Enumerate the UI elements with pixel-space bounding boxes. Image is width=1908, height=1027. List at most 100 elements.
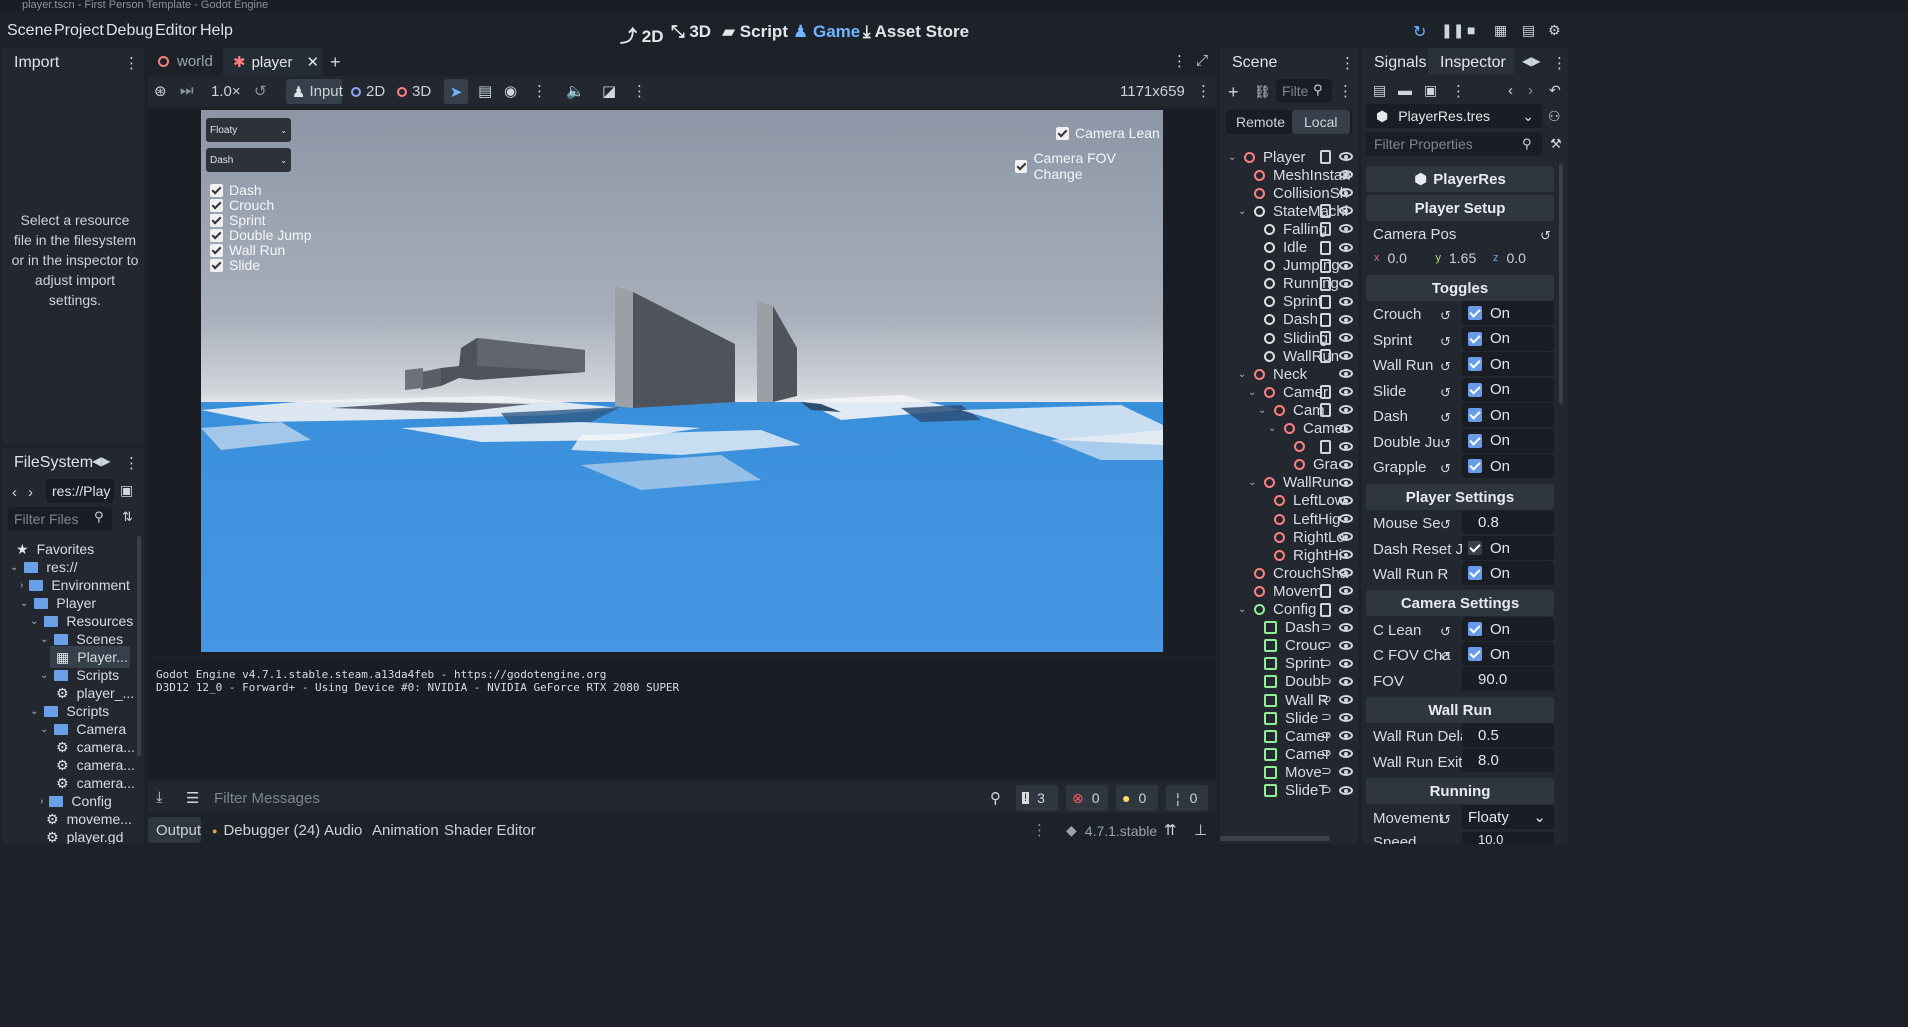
mode-asset-store-button[interactable]: ⤓ Asset Store — [863, 22, 969, 42]
clear-icon[interactable]: ⤓ — [156, 789, 163, 806]
script-icon[interactable] — [1320, 276, 1331, 291]
input-toggle[interactable]: ♟ Input — [286, 79, 343, 104]
script-icon[interactable] — [1320, 331, 1331, 345]
path-field[interactable]: res://Play — [46, 479, 114, 503]
menu-help[interactable]: Help — [200, 22, 233, 40]
tools-icon[interactable]: ⚒ — [1550, 136, 1562, 152]
link-icon[interactable]: ⛓ — [1254, 84, 1271, 100]
c-fov-checkbox[interactable]: On — [1462, 642, 1554, 666]
signal-icon[interactable]: ⊃ — [1321, 782, 1332, 798]
visibility-eye-icon[interactable] — [1339, 152, 1353, 161]
message-filter-button[interactable]: ¦ 0 — [1166, 785, 1208, 811]
visibility-eye-icon[interactable] — [1339, 695, 1353, 704]
toggle-property-checkbox[interactable]: On — [1462, 428, 1554, 453]
scrollbar[interactable] — [1559, 164, 1563, 404]
reset-speed-icon[interactable]: ↺ — [254, 82, 267, 100]
warning-filter-button[interactable]: ● 0 — [1116, 785, 1158, 811]
reset-icon[interactable]: ↺ — [1440, 308, 1451, 324]
update-icon[interactable]: ⇈ — [1164, 821, 1177, 839]
menu-dots-icon[interactable]: ⋮ — [632, 82, 647, 100]
open-folder-icon[interactable]: ▬ — [1398, 82, 1412, 98]
dock-move-icon[interactable]: ◀▶ — [1522, 54, 1540, 68]
visibility-eye-icon[interactable] — [1339, 260, 1353, 270]
toggle-property-checkbox[interactable]: On — [1462, 454, 1554, 478]
menu-dots-icon[interactable]: ⋮ — [1340, 54, 1355, 72]
reset-icon[interactable]: ↺ — [1440, 812, 1451, 828]
chevron-icon[interactable]: ⌄ — [1258, 405, 1268, 416]
c-lean-checkbox[interactable]: On — [1462, 617, 1554, 641]
chevron-icon[interactable]: ⌄ — [1268, 423, 1278, 434]
error-filter-button[interactable]: ⊗ 0 — [1066, 785, 1108, 811]
filter-messages-input[interactable]: Filter Messages — [214, 790, 320, 807]
visibility-eye-icon[interactable] — [1339, 369, 1353, 379]
signal-icon[interactable]: ⊃ — [1321, 655, 1332, 671]
menu-debug[interactable]: Debug — [106, 22, 153, 40]
split-view-icon[interactable]: ▣ — [120, 482, 133, 499]
fullscreen-icon[interactable]: ⤢ — [1196, 52, 1208, 69]
chevron-icon[interactable]: ⌄ — [40, 670, 48, 681]
history-forward-icon[interactable]: › — [1528, 82, 1533, 99]
visibility-eye-icon[interactable] — [1339, 532, 1353, 542]
visibility-eye-icon[interactable] — [1339, 314, 1353, 324]
visibility-eye-icon[interactable] — [1339, 441, 1353, 451]
history-back-icon[interactable]: ‹ — [1508, 82, 1513, 99]
tab-debugger[interactable]: ● Debugger (24) — [212, 822, 320, 839]
object-props-icon[interactable]: ⚇ — [1548, 108, 1561, 125]
local-button[interactable]: Local — [1292, 110, 1350, 134]
camera-pos-x[interactable]: 0.0 — [1388, 250, 1428, 266]
visibility-eye-icon[interactable] — [1339, 296, 1353, 306]
script-icon[interactable] — [1320, 204, 1331, 219]
chevron-icon[interactable]: ⌄ — [1228, 152, 1238, 163]
filesystem-tab[interactable]: FileSystem — [14, 454, 93, 472]
back-icon[interactable]: ‹ — [12, 484, 17, 501]
wall-run-exit-field[interactable]: 8.0 — [1462, 748, 1554, 772]
visibility-eye-icon[interactable] — [1339, 459, 1353, 469]
menu-dots-icon[interactable]: ⋮ — [124, 54, 139, 72]
toggle-wall-run[interactable]: Wall Run — [210, 243, 312, 258]
toggle-slide[interactable]: Slide — [210, 258, 312, 273]
visibility-eye-icon[interactable] — [1339, 206, 1353, 216]
toggle-double-jump[interactable]: Double Jump — [210, 228, 312, 243]
toggle-property-checkbox[interactable]: On — [1462, 352, 1554, 376]
run-scene-icon[interactable]: ▦ — [1494, 22, 1507, 39]
speed-field[interactable]: 10.0 — [1462, 832, 1554, 844]
section-wall-run[interactable]: Wall Run — [1366, 697, 1554, 723]
scene-filter-input[interactable]: Filte — [1276, 79, 1332, 103]
reload-icon[interactable]: ↻ — [1413, 22, 1426, 42]
visibility-eye-icon[interactable] — [1339, 495, 1353, 505]
chevron-icon[interactable]: ⌄ — [1238, 604, 1248, 615]
menu-dots-icon[interactable]: ⋮ — [1032, 821, 1047, 839]
reset-icon[interactable]: ↺ — [1440, 517, 1451, 533]
mouse-sens-field[interactable]: 0.8 — [1462, 510, 1554, 534]
import-tab[interactable]: Import — [14, 54, 59, 72]
visibility-eye-icon[interactable] — [1339, 405, 1353, 415]
tab-world[interactable]: world — [158, 53, 213, 70]
visibility-eye-icon[interactable] — [1339, 351, 1353, 361]
chevron-icon[interactable]: ⌄ — [1248, 387, 1258, 398]
menu-scene[interactable]: Scene — [7, 22, 52, 40]
chevron-icon[interactable]: › — [40, 796, 43, 807]
visibility-eye-icon[interactable] — [1339, 731, 1353, 741]
visibility-eye-icon[interactable] — [1339, 622, 1353, 632]
visibility-eye-icon[interactable] — [1339, 387, 1353, 397]
game-viewport[interactable]: Floaty ⌄ Dash ⌄ Dash Crouch Sprint Double … — [201, 110, 1163, 652]
chevron-icon[interactable]: ⌄ — [30, 706, 38, 717]
reset-icon[interactable]: ↺ — [1440, 436, 1451, 452]
movie-icon[interactable]: ▤ — [1522, 22, 1535, 39]
chevron-icon[interactable]: ⌄ — [1238, 206, 1248, 217]
script-icon[interactable] — [1320, 312, 1331, 327]
mode-game-button[interactable]: ♟ Game — [793, 22, 860, 42]
toggle-property-checkbox[interactable]: On — [1462, 403, 1554, 427]
remote-debug-icon[interactable]: ⚙ — [1548, 22, 1561, 39]
script-icon[interactable] — [1320, 403, 1331, 418]
chevron-icon[interactable]: ⌄ — [1238, 369, 1248, 380]
section-toggles[interactable]: Toggles — [1366, 275, 1554, 301]
scrollbar[interactable] — [1220, 836, 1330, 841]
chevron-icon[interactable]: ⌄ — [10, 562, 18, 573]
add-node-icon[interactable]: + — [1228, 82, 1239, 103]
menu-dots-icon[interactable]: ⋮ — [124, 454, 139, 472]
visibility-eye-icon[interactable] — [1339, 333, 1353, 342]
script-icon[interactable] — [1320, 439, 1331, 454]
tab-output[interactable]: Output — [148, 817, 201, 843]
embed-icon[interactable]: ⊛ — [154, 82, 167, 100]
